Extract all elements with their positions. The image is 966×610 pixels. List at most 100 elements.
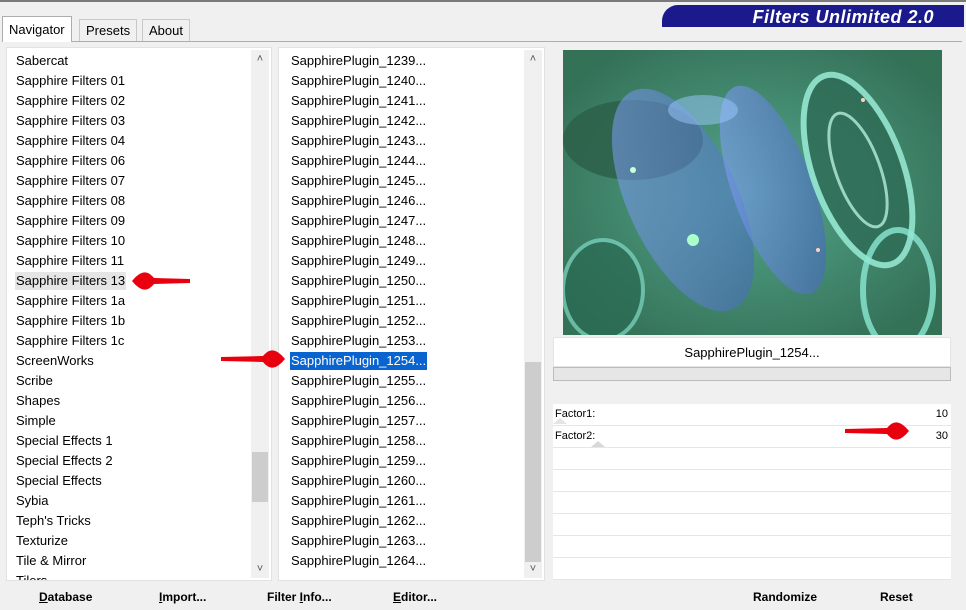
list-item-label: Tile & Mirror <box>16 553 87 568</box>
list-item[interactable]: Simple <box>7 411 249 431</box>
list-item-label: Sapphire Filters 10 <box>16 233 126 248</box>
list-item[interactable]: SapphirePlugin_1240... <box>279 71 522 91</box>
list-item[interactable]: Sapphire Filters 06 <box>7 151 249 171</box>
list-item[interactable]: ScreenWorks <box>7 351 249 371</box>
list-item-label: Scribe <box>16 373 53 388</box>
category-list[interactable]: Sabercat Sapphire Filters 01 Sapphire Filt… <box>7 51 249 580</box>
list-item[interactable]: Sapphire Filters 02 <box>7 91 249 111</box>
list-item[interactable]: Shapes <box>7 391 249 411</box>
list-item[interactable]: Sapphire Filters 1c <box>7 331 249 351</box>
list-item-label: Sapphire Filters 1b <box>16 313 126 328</box>
list-item[interactable]: Sabercat <box>7 51 249 71</box>
red-arrow-icon <box>132 272 190 290</box>
list-item[interactable]: SapphirePlugin_1251... <box>279 291 522 311</box>
list-item[interactable]: Tile & Mirror <box>7 551 249 571</box>
list-item-label: Texturize <box>16 533 69 548</box>
list-item[interactable]: SapphirePlugin_1247... <box>279 211 522 231</box>
list-item[interactable]: Sapphire Filters 13 <box>7 271 249 291</box>
list-item[interactable]: SapphirePlugin_1250... <box>279 271 522 291</box>
chevron-down-icon[interactable]: ˅ <box>524 560 542 578</box>
list-item-label: SapphirePlugin_1245... <box>291 173 427 188</box>
list-item[interactable]: Sapphire Filters 1a <box>7 291 249 311</box>
list-item-label: SapphirePlugin_1258... <box>291 433 427 448</box>
list-item[interactable]: SapphirePlugin_1261... <box>279 491 522 511</box>
list-item[interactable]: Sapphire Filters 10 <box>7 231 249 251</box>
category-scrollbar[interactable]: ˄ ˅ <box>251 50 269 578</box>
list-item[interactable]: SapphirePlugin_1260... <box>279 471 522 491</box>
list-item[interactable]: SapphirePlugin_1239... <box>279 51 522 71</box>
tab-about[interactable]: About <box>142 19 190 41</box>
editor-button[interactable]: Editor... <box>393 590 437 604</box>
list-item[interactable]: Teph's Tricks <box>7 511 249 531</box>
param-row-empty <box>553 492 951 514</box>
list-item[interactable]: SapphirePlugin_1255... <box>279 371 522 391</box>
list-item-label: SapphirePlugin_1263... <box>291 533 427 548</box>
list-item[interactable]: SapphirePlugin_1242... <box>279 111 522 131</box>
list-item[interactable]: SapphirePlugin_1257... <box>279 411 522 431</box>
param-label: Factor2: <box>555 430 596 442</box>
list-item-label: SapphirePlugin_1262... <box>291 513 427 528</box>
list-item[interactable]: SapphirePlugin_1264... <box>279 551 522 571</box>
filter-list[interactable]: SapphirePlugin_1239... SapphirePlugin_124… <box>279 51 522 571</box>
list-item[interactable]: SapphirePlugin_1254... <box>279 351 522 371</box>
tab-navigator[interactable]: Navigator <box>2 16 72 42</box>
list-item-label: Sapphire Filters 1a <box>16 293 126 308</box>
list-item[interactable]: Sapphire Filters 01 <box>7 71 249 91</box>
list-item[interactable]: Sapphire Filters 07 <box>7 171 249 191</box>
database-button[interactable]: Database <box>39 590 92 604</box>
list-item[interactable]: Special Effects 2 <box>7 451 249 471</box>
list-item-label: SapphirePlugin_1241... <box>291 93 427 108</box>
list-item[interactable]: SapphirePlugin_1244... <box>279 151 522 171</box>
list-item-label: Shapes <box>16 393 61 408</box>
list-item-label: SapphirePlugin_1249... <box>291 253 427 268</box>
list-item-label: Simple <box>16 413 56 428</box>
list-item[interactable]: SapphirePlugin_1263... <box>279 531 522 551</box>
list-item[interactable]: Sapphire Filters 1b <box>7 311 249 331</box>
randomize-button[interactable]: Randomize <box>753 590 817 604</box>
list-item[interactable]: SapphirePlugin_1262... <box>279 511 522 531</box>
list-item-label: SapphirePlugin_1250... <box>291 273 427 288</box>
list-item[interactable]: SapphirePlugin_1246... <box>279 191 522 211</box>
slider-thumb[interactable] <box>591 441 605 447</box>
list-item[interactable]: Special Effects 1 <box>7 431 249 451</box>
list-item[interactable]: Special Effects <box>7 471 249 491</box>
list-item[interactable]: Tilers <box>7 571 249 580</box>
list-item[interactable]: Sapphire Filters 11 <box>7 251 249 271</box>
list-item[interactable]: Scribe <box>7 371 249 391</box>
list-item[interactable]: Sapphire Filters 04 <box>7 131 249 151</box>
list-item-label: Special Effects <box>16 473 102 488</box>
reset-button[interactable]: Reset <box>880 590 913 604</box>
list-item[interactable]: SapphirePlugin_1245... <box>279 171 522 191</box>
list-item-label: SapphirePlugin_1259... <box>291 453 427 468</box>
chevron-up-icon[interactable]: ˄ <box>524 50 542 68</box>
list-item-label: Sapphire Filters 1c <box>16 333 125 348</box>
list-item-label: Sapphire Filters 02 <box>16 93 126 108</box>
list-item-label: ScreenWorks <box>16 353 94 368</box>
list-item[interactable]: SapphirePlugin_1241... <box>279 91 522 111</box>
list-item[interactable]: SapphirePlugin_1248... <box>279 231 522 251</box>
filter-scrollbar[interactable]: ˄ ˅ <box>524 50 542 578</box>
tab-presets[interactable]: Presets <box>79 19 138 41</box>
list-item[interactable]: Sapphire Filters 09 <box>7 211 249 231</box>
filter-name-label: SapphirePlugin_1254... <box>553 337 951 367</box>
import-button[interactable]: Import... <box>159 590 206 604</box>
list-item[interactable]: Sybia <box>7 491 249 511</box>
slider-thumb[interactable] <box>553 418 567 424</box>
list-item[interactable]: Texturize <box>7 531 249 551</box>
progress-bar <box>553 367 951 381</box>
category-scroll-thumb[interactable] <box>252 452 268 502</box>
list-item[interactable]: SapphirePlugin_1249... <box>279 251 522 271</box>
list-item-label: SapphirePlugin_1264... <box>291 553 427 568</box>
list-item[interactable]: SapphirePlugin_1258... <box>279 431 522 451</box>
list-item[interactable]: Sapphire Filters 03 <box>7 111 249 131</box>
filter-scroll-thumb[interactable] <box>525 362 541 562</box>
chevron-down-icon[interactable]: ˅ <box>251 560 269 578</box>
list-item[interactable]: SapphirePlugin_1256... <box>279 391 522 411</box>
list-item[interactable]: Sapphire Filters 08 <box>7 191 249 211</box>
list-item[interactable]: SapphirePlugin_1253... <box>279 331 522 351</box>
list-item[interactable]: SapphirePlugin_1252... <box>279 311 522 331</box>
filter-info-button[interactable]: Filter Info... <box>267 590 332 604</box>
chevron-up-icon[interactable]: ˄ <box>251 50 269 68</box>
list-item[interactable]: SapphirePlugin_1243... <box>279 131 522 151</box>
list-item[interactable]: SapphirePlugin_1259... <box>279 451 522 471</box>
